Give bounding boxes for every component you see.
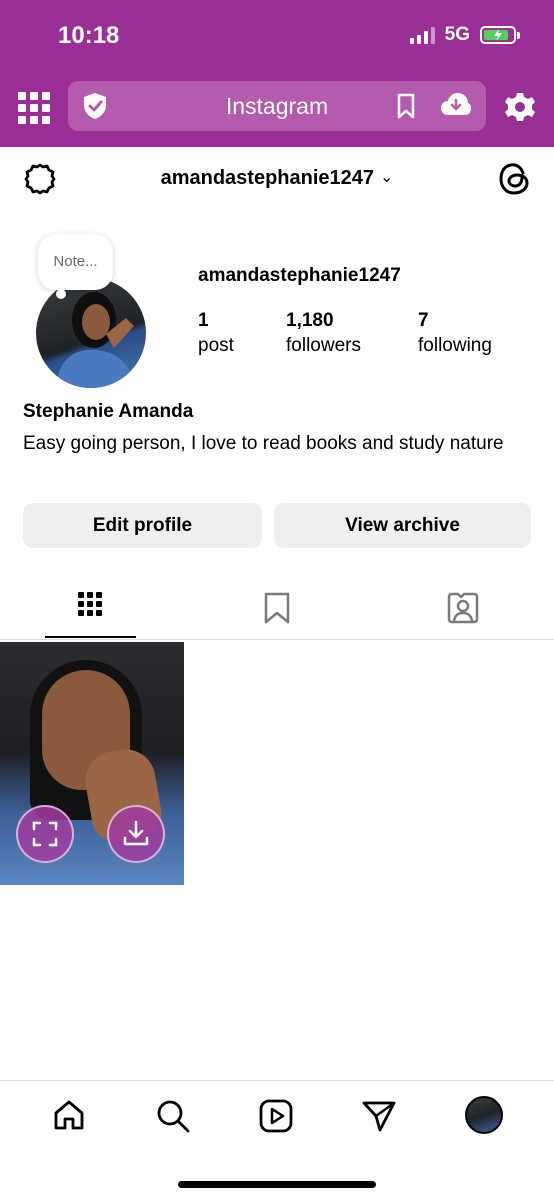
bookmark-icon[interactable] (396, 93, 416, 119)
posts-label: post (198, 335, 234, 356)
profile-stats: 1 post 1,180 followers 7 following (198, 308, 492, 358)
browser-top-bar: 10:18 5G Instagram (0, 0, 554, 147)
page-title: Instagram (225, 93, 329, 119)
profile-header: amandastephanie1247 ⌄ (0, 147, 554, 211)
note-bubble[interactable]: Note... (38, 234, 113, 290)
posts-count: 1 (198, 310, 209, 331)
search-icon[interactable] (155, 1098, 191, 1134)
download-button[interactable] (107, 805, 165, 863)
url-bar[interactable]: Instagram (68, 81, 486, 131)
view-archive-button[interactable]: View archive (274, 503, 531, 548)
edit-profile-button[interactable]: Edit profile (23, 503, 262, 548)
tab-posts[interactable] (45, 580, 136, 638)
messages-icon[interactable] (361, 1098, 397, 1134)
tab-tagged[interactable] (445, 580, 481, 638)
saved-icon (264, 592, 290, 624)
profile-tabs (0, 580, 554, 640)
profile-avatar-nav[interactable] (465, 1096, 503, 1134)
following-count: 7 (418, 310, 429, 331)
header-username: amandastephanie1247 (160, 167, 375, 189)
status-time: 10:18 (58, 22, 120, 49)
grid-icon (78, 592, 102, 616)
profile-bio: Easy going person, I love to read books … (23, 433, 504, 454)
profile-username: amandastephanie1247 (198, 265, 401, 286)
cloud-download-icon[interactable] (440, 91, 472, 119)
account-switcher[interactable]: amandastephanie1247 ⌄ (0, 167, 554, 190)
grid-menu-icon[interactable] (18, 92, 50, 124)
threads-icon[interactable] (498, 161, 532, 197)
reels-icon[interactable] (258, 1098, 294, 1134)
expand-icon (32, 821, 58, 847)
chevron-down-icon: ⌄ (380, 169, 394, 186)
following-stat[interactable]: 7 following (418, 308, 492, 358)
note-bubble-tail (56, 289, 66, 299)
home-icon[interactable] (52, 1098, 86, 1132)
followers-count: 1,180 (286, 310, 334, 331)
following-label: following (418, 335, 492, 356)
display-name: Stephanie Amanda (23, 401, 194, 422)
signal-icon (409, 26, 435, 44)
status-indicators: 5G (409, 24, 520, 46)
download-icon (123, 820, 149, 846)
tagged-icon (447, 592, 479, 624)
home-indicator (178, 1181, 376, 1188)
posts-stat[interactable]: 1 post (198, 308, 286, 358)
followers-label: followers (286, 335, 361, 356)
network-label: 5G (444, 24, 470, 45)
followers-stat[interactable]: 1,180 followers (286, 308, 418, 358)
tab-saved[interactable] (260, 580, 294, 638)
gear-icon[interactable] (504, 91, 536, 123)
expand-button[interactable] (16, 805, 74, 863)
profile-avatar[interactable] (36, 278, 146, 388)
battery-icon (480, 26, 520, 44)
